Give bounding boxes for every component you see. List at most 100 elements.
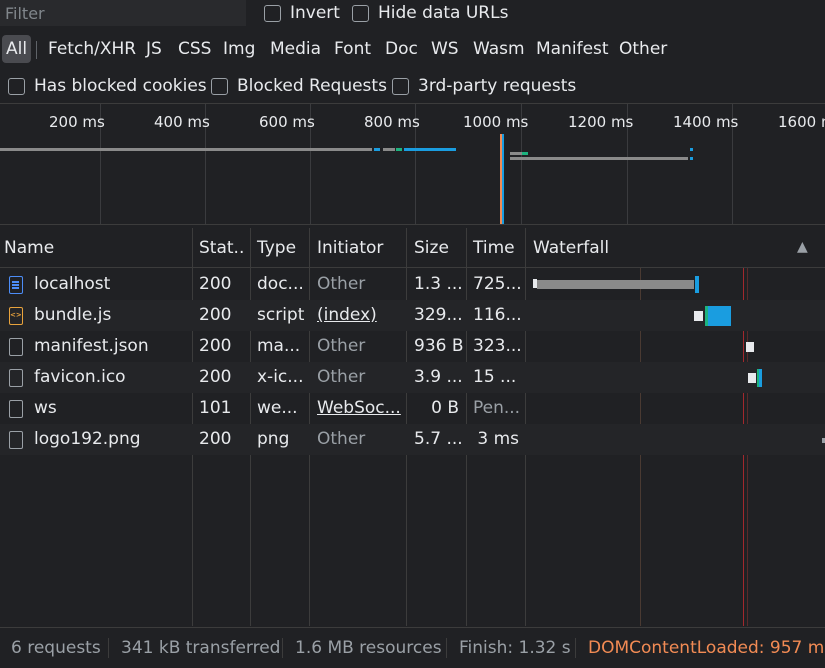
- overview-request-bar: [404, 148, 456, 151]
- overview-label: 1400 ms: [673, 113, 739, 131]
- overview-request-bar: [383, 148, 395, 151]
- type-filter-all[interactable]: All: [2, 35, 32, 63]
- type-filter-doc[interactable]: Doc: [381, 35, 422, 63]
- request-type: png: [257, 429, 290, 449]
- request-size: 936 B: [414, 336, 464, 356]
- request-size: 5.7 ...: [414, 429, 463, 449]
- request-type: ma...: [257, 336, 301, 356]
- overview-request-bar: [396, 148, 402, 151]
- waterfall-queue-segment: [748, 373, 756, 383]
- request-type: script: [257, 305, 305, 325]
- request-count: 6 requests: [11, 638, 101, 658]
- type-filter-wasm[interactable]: Wasm: [469, 35, 529, 63]
- column-header-size[interactable]: Size: [410, 228, 465, 268]
- transferred-size: 341 kB transferred: [121, 638, 281, 658]
- hide-data-urls-checkbox[interactable]: [352, 4, 369, 22]
- request-type: x-ic...: [257, 367, 304, 387]
- blocked-requests-checkbox[interactable]: [211, 77, 228, 95]
- overview-request-bar: [510, 152, 522, 155]
- table-row[interactable]: bundle.js 200 script (index) 329... 116.…: [0, 300, 825, 331]
- filter-input[interactable]: [0, 0, 246, 26]
- status-separator: [446, 638, 447, 658]
- request-status: 200: [199, 305, 232, 325]
- overview-request-bar: [522, 152, 528, 155]
- request-size: 0 B: [431, 398, 459, 418]
- hide-data-urls-option[interactable]: Hide data URLs: [352, 3, 508, 23]
- type-filter-separator: [36, 41, 37, 59]
- request-time: 323...: [473, 336, 522, 356]
- resource-type-filter: All Fetch/XHR JS CSS Img Media Font Doc …: [0, 33, 825, 65]
- request-type: we...: [257, 398, 298, 418]
- invert-label: Invert: [290, 3, 340, 23]
- script-icon: [9, 307, 23, 325]
- overview-label: 1200 ms: [568, 113, 634, 131]
- blocking-options: Has blocked cookies Blocked Requests 3rd…: [0, 70, 825, 102]
- dom-content-loaded-time: DOMContentLoaded: 957 ms: [588, 638, 825, 658]
- table-row[interactable]: favicon.ico 200 x-ic... Other 3.9 ... 15…: [0, 362, 825, 393]
- type-filter-manifest[interactable]: Manifest: [532, 35, 613, 63]
- request-time: 725...: [473, 274, 522, 294]
- overview-request-bar: [510, 157, 688, 160]
- overview-label: 800 ms: [364, 113, 420, 131]
- overview-label: 200 ms: [49, 113, 105, 131]
- request-time: Pen...: [473, 398, 521, 418]
- table-row[interactable]: manifest.json 200 ma... Other 936 B 323.…: [0, 331, 825, 362]
- file-icon: [9, 431, 23, 449]
- overview-label: 400 ms: [154, 113, 210, 131]
- column-header-waterfall[interactable]: Waterfall: [529, 228, 789, 268]
- invert-option[interactable]: Invert: [264, 3, 340, 23]
- type-filter-css[interactable]: CSS: [174, 35, 215, 63]
- has-blocked-cookies-label: Has blocked cookies: [34, 76, 207, 96]
- request-type: doc...: [257, 274, 304, 294]
- resources-size: 1.6 MB resources: [295, 638, 442, 658]
- request-name: bundle.js: [34, 305, 112, 325]
- request-initiator: Other: [317, 336, 366, 356]
- request-status: 200: [199, 336, 232, 356]
- timeline-overview[interactable]: 200 ms 400 ms 600 ms 800 ms 1000 ms 1200…: [0, 103, 825, 225]
- status-separator: [575, 638, 576, 658]
- request-status: 101: [199, 398, 232, 418]
- table-row[interactable]: localhost 200 doc... Other 1.3 ... 725..…: [0, 269, 825, 300]
- column-header-status[interactable]: Stat..: [195, 228, 249, 268]
- third-party-requests-checkbox[interactable]: [392, 77, 409, 95]
- request-initiator: Other: [317, 274, 366, 294]
- table-row[interactable]: logo192.png 200 png Other 5.7 ... 3 ms: [0, 424, 825, 455]
- status-separator: [108, 638, 109, 658]
- column-header-type[interactable]: Type: [253, 228, 308, 268]
- request-name: manifest.json: [34, 336, 149, 356]
- request-initiator-link[interactable]: (index): [317, 300, 404, 331]
- status-separator: [282, 638, 283, 658]
- overview-request-bar: [0, 148, 372, 151]
- file-icon: [9, 338, 23, 356]
- has-blocked-cookies-checkbox[interactable]: [8, 77, 25, 95]
- waterfall-queue-segment: [694, 311, 703, 321]
- request-time: 3 ms: [477, 429, 519, 449]
- column-header-initiator[interactable]: Initiator: [313, 228, 405, 268]
- sort-ascending-icon[interactable]: ▲: [797, 239, 808, 255]
- type-filter-ws[interactable]: WS: [427, 35, 463, 63]
- type-filter-fetch-xhr[interactable]: Fetch/XHR: [44, 35, 140, 63]
- third-party-requests-option[interactable]: 3rd-party requests: [392, 76, 576, 96]
- request-initiator-link[interactable]: WebSoc...: [317, 393, 404, 424]
- invert-checkbox[interactable]: [264, 4, 281, 22]
- type-filter-js[interactable]: JS: [142, 35, 166, 63]
- table-row[interactable]: ws 101 we... WebSoc... 0 B Pen...: [0, 393, 825, 424]
- blocked-requests-option[interactable]: Blocked Requests: [211, 76, 387, 96]
- request-status: 200: [199, 274, 232, 294]
- request-time: 15 ...: [473, 367, 517, 387]
- overview-label: 600 ms: [259, 113, 315, 131]
- third-party-requests-label: 3rd-party requests: [418, 76, 577, 96]
- waterfall-queue-segment: [746, 342, 754, 352]
- has-blocked-cookies-option[interactable]: Has blocked cookies: [8, 76, 207, 96]
- column-header-time[interactable]: Time: [469, 228, 525, 268]
- finish-time: Finish: 1.32 s: [459, 638, 571, 658]
- column-header-name[interactable]: Name: [0, 228, 192, 268]
- request-table: Name Stat.. Type Initiator Size Time Wat…: [0, 228, 825, 626]
- type-filter-font[interactable]: Font: [330, 35, 375, 63]
- type-filter-img[interactable]: Img: [219, 35, 259, 63]
- request-size: 1.3 ...: [414, 274, 463, 294]
- waterfall-wait-segment: [537, 280, 694, 289]
- type-filter-other[interactable]: Other: [615, 35, 671, 63]
- overview-request-bar: [690, 157, 693, 160]
- type-filter-media[interactable]: Media: [266, 35, 325, 63]
